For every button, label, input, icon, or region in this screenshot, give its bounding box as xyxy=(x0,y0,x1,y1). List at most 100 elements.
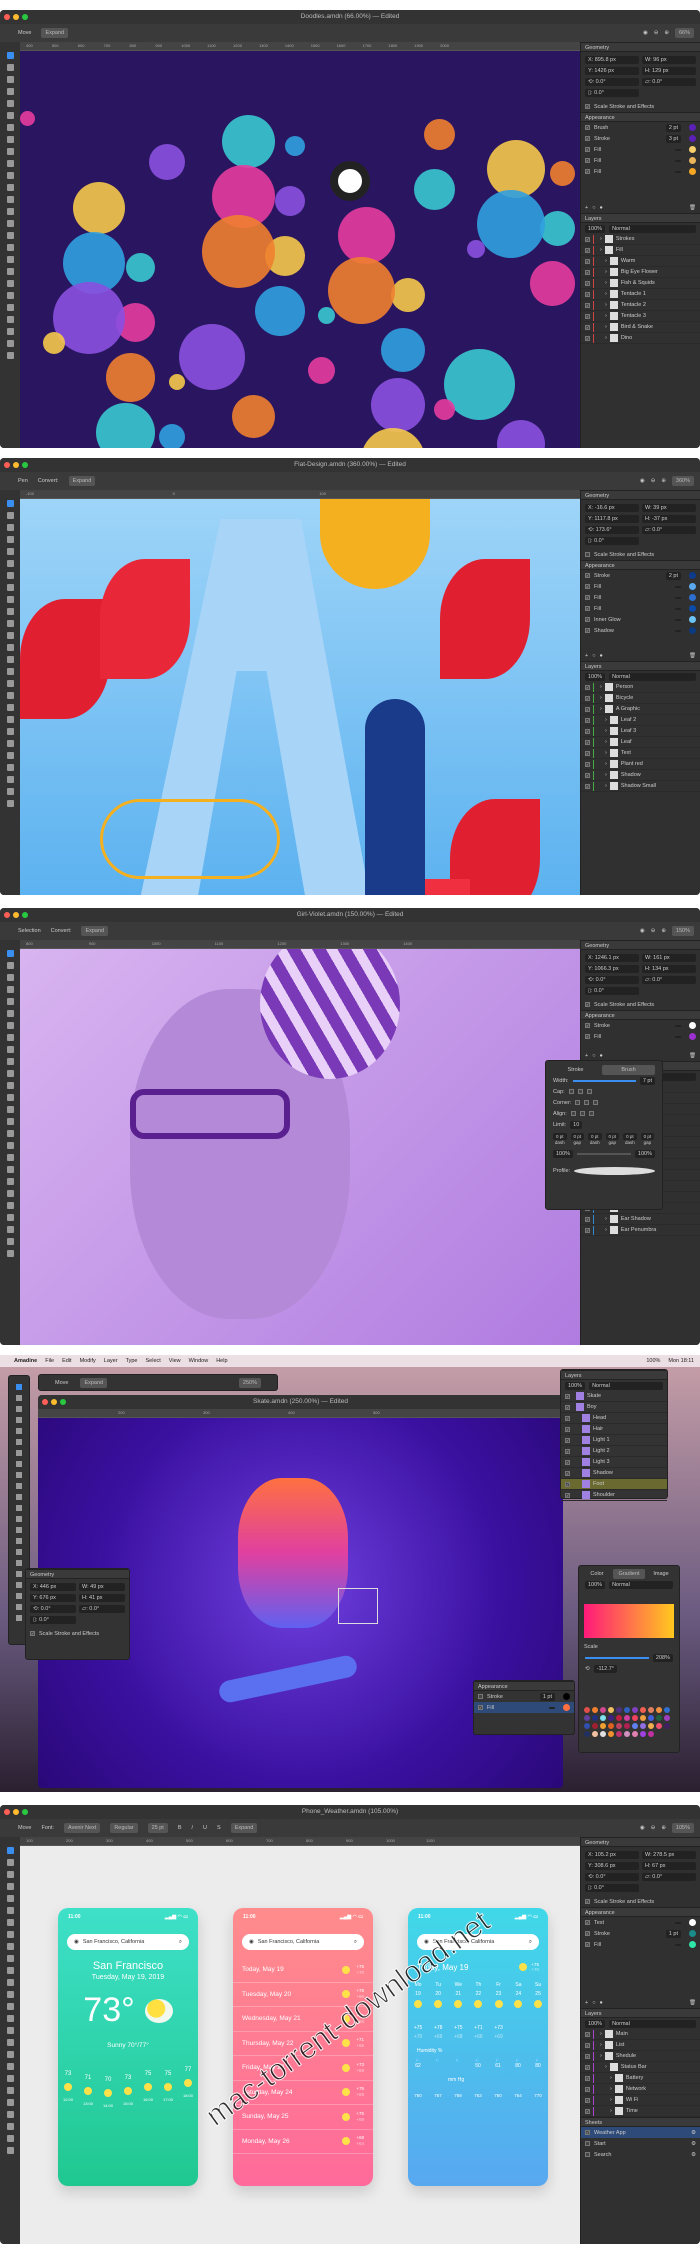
dash-field[interactable]: 0 pt dash xyxy=(588,1133,602,1145)
palette-swatch[interactable] xyxy=(584,1731,590,1737)
visibility-checkbox[interactable]: ✓ xyxy=(585,684,590,690)
tool-icon[interactable] xyxy=(6,352,14,359)
menu-help[interactable]: Help xyxy=(216,1358,227,1364)
tool-icon[interactable] xyxy=(6,1178,14,1185)
zoom-in-icon[interactable]: ⊕ xyxy=(661,1825,666,1831)
layer-row[interactable]: ✓ Light 2 xyxy=(561,1446,667,1457)
menu-layer[interactable]: Layer xyxy=(104,1358,118,1364)
toolbar-item[interactable]: Move xyxy=(55,1380,68,1386)
appearance-row[interactable]: ✓ Stroke 1 pt xyxy=(581,1928,700,1939)
tool-icon[interactable] xyxy=(6,656,14,663)
tool-icon[interactable] xyxy=(6,524,14,531)
tool-icon[interactable] xyxy=(16,1516,22,1522)
checkbox[interactable]: ✓ xyxy=(585,136,590,141)
visibility-checkbox[interactable]: ✓ xyxy=(585,772,590,778)
visibility-checkbox[interactable]: ✓ xyxy=(565,1459,570,1465)
visibility-checkbox[interactable]: ✓ xyxy=(585,739,590,745)
disclosure-icon[interactable]: › xyxy=(605,302,607,308)
visibility-checkbox[interactable]: ✓ xyxy=(585,247,590,253)
layer-row[interactable]: ✓ Light 1 xyxy=(561,1435,667,1446)
layer-row[interactable]: ✓ › Tentacle 2 xyxy=(581,300,700,311)
tool-icon[interactable] xyxy=(16,1560,22,1566)
appearance-row[interactable]: ✓ Fill xyxy=(581,1939,700,1950)
tool-icon[interactable] xyxy=(6,124,14,131)
layer-row[interactable]: ✓ Shadow xyxy=(561,1468,667,1479)
eye-icon[interactable]: ◉ xyxy=(640,928,645,934)
stroke-icon[interactable]: ○ xyxy=(592,1053,595,1059)
appearance-value[interactable]: 3 pt xyxy=(665,134,681,143)
tab-gradient[interactable]: Gradient xyxy=(613,1568,645,1579)
geometry-skew-field[interactable]: ▯: 0.0° xyxy=(585,89,639,97)
tool-icon[interactable] xyxy=(6,1871,14,1878)
geometry-w-field[interactable]: W: 96 px xyxy=(642,56,696,64)
scale-stroke-checkbox[interactable]: ✓ Scale Stroke and Effects xyxy=(581,999,700,1010)
palette-swatch[interactable] xyxy=(592,1723,598,1729)
color-swatch[interactable] xyxy=(689,1919,696,1926)
checkbox[interactable]: ✓ xyxy=(585,584,590,589)
zoom-button[interactable] xyxy=(22,1809,28,1815)
disclosure-icon[interactable]: › xyxy=(605,750,607,756)
visibility-checkbox[interactable]: ✓ xyxy=(585,2031,590,2037)
visibility-checkbox[interactable]: ✓ xyxy=(565,1448,570,1454)
tool-icon[interactable] xyxy=(6,2123,14,2130)
geometry-skew-field[interactable]: ▯: 0.0° xyxy=(585,1884,639,1892)
palette-swatch[interactable] xyxy=(664,1715,670,1721)
palette-swatch[interactable] xyxy=(608,1731,614,1737)
geometry-shear-field[interactable]: ▱: 0.0° xyxy=(642,78,696,86)
geometry-skew-field[interactable]: ▯: 0.0° xyxy=(585,987,639,995)
close-button[interactable] xyxy=(4,1809,10,1815)
gear-icon[interactable]: ⚙ xyxy=(691,2141,696,2147)
appearance-value[interactable]: 1 pt xyxy=(539,1692,555,1701)
layer-row[interactable]: ✓ Shoulder xyxy=(561,1490,667,1501)
checkbox[interactable]: ✓ xyxy=(585,628,590,633)
geometry-w-field[interactable]: W: 161 px xyxy=(642,954,696,962)
tool-icon[interactable] xyxy=(6,160,14,167)
checkbox[interactable]: ✓ xyxy=(585,147,590,152)
disclosure-icon[interactable]: › xyxy=(600,706,602,712)
tool-icon[interactable] xyxy=(6,2087,14,2094)
appearance-value[interactable] xyxy=(675,1024,681,1027)
toolbar-item[interactable]: Move xyxy=(18,1825,31,1831)
tool-icon[interactable] xyxy=(6,596,14,603)
geometry-w-field[interactable]: W: 49 px xyxy=(79,1583,125,1591)
layer-row[interactable]: ✓ › Person xyxy=(581,682,700,693)
sheet-row[interactable]: Search ⚙ xyxy=(581,2149,700,2160)
layer-row[interactable]: ✓ › Fish & Squids xyxy=(581,278,700,289)
checkbox[interactable]: ✓ xyxy=(585,595,590,600)
add-icon[interactable]: + xyxy=(585,205,588,211)
eye-icon[interactable]: ◉ xyxy=(640,1825,645,1831)
checkbox[interactable]: ✓ xyxy=(585,2130,590,2135)
color-swatch[interactable] xyxy=(689,605,696,612)
corner-option-icon[interactable] xyxy=(584,1100,590,1105)
tool-icon[interactable] xyxy=(6,2015,14,2022)
appearance-row[interactable]: ✓ Fill xyxy=(474,1702,574,1713)
appearance-row[interactable]: ✓ Shadow xyxy=(581,625,700,636)
layer-row[interactable]: ✓ › Warm xyxy=(581,256,700,267)
menu-type[interactable]: Type xyxy=(126,1358,138,1364)
menu-window[interactable]: Window xyxy=(189,1358,209,1364)
palette-swatch[interactable] xyxy=(664,1707,670,1713)
palette-swatch[interactable] xyxy=(656,1723,662,1729)
palette-swatch[interactable] xyxy=(640,1707,646,1713)
visibility-checkbox[interactable]: ✓ xyxy=(565,1470,570,1476)
toolbar-item[interactable]: Expand xyxy=(81,926,109,936)
layer-row[interactable]: ✓ › Dino xyxy=(581,333,700,344)
trash-icon[interactable]: 🗑 xyxy=(689,205,696,211)
artboard-canvas[interactable] xyxy=(20,51,580,448)
visibility-checkbox[interactable]: ✓ xyxy=(565,1393,570,1399)
layer-row[interactable]: ✓ › Strokes xyxy=(581,234,700,245)
tool-icon[interactable] xyxy=(6,1118,14,1125)
checkbox[interactable]: ✓ xyxy=(585,158,590,163)
appearance-row[interactable]: ✓ Brush 2 pt xyxy=(581,122,700,133)
appearance-value[interactable] xyxy=(675,607,681,610)
tool-icon[interactable] xyxy=(6,1943,14,1950)
palette-swatch[interactable] xyxy=(664,1723,670,1729)
checkbox[interactable]: ✓ xyxy=(585,1931,590,1936)
layer-row[interactable]: ✓ › Wi Fi xyxy=(581,2095,700,2106)
tool-icon[interactable] xyxy=(6,1895,14,1902)
palette-swatch[interactable] xyxy=(600,1707,606,1713)
appearance-value[interactable]: 1 pt xyxy=(665,1929,681,1938)
tool-icon[interactable] xyxy=(6,2051,14,2058)
checkbox[interactable]: ✓ xyxy=(585,606,590,611)
dash-field[interactable]: 0 pt dash xyxy=(623,1133,637,1145)
